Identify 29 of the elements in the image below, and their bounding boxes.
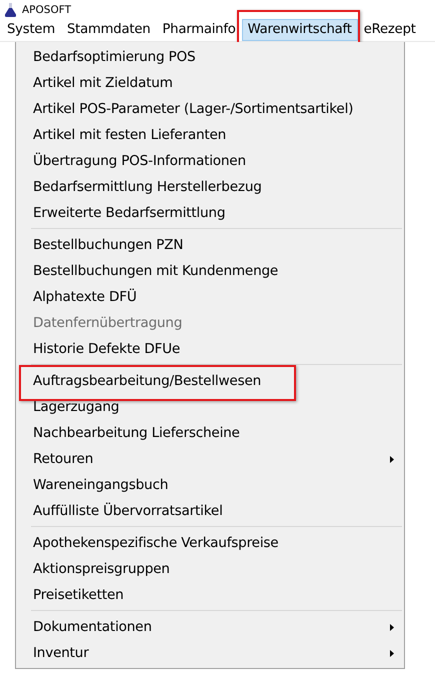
menu-item[interactable]: Bestellbuchungen PZN [33, 237, 184, 253]
menu-item[interactable]: Dokumentationen [33, 619, 152, 635]
menu-item[interactable]: Artikel POS-Parameter (Lager-/Sortimentsartikel) [33, 101, 354, 117]
menu-item[interactable]: Inventur [33, 645, 89, 661]
flask-icon [5, 2, 16, 16]
menu-item[interactable]: Historie Defekte DFUe [33, 341, 180, 357]
menu-item[interactable]: Bedarfsoptimierung POS [33, 49, 196, 65]
menu-bar-item[interactable]: Pharmainfo [156, 19, 242, 41]
menu-item[interactable]: Artikel mit Zieldatum [33, 75, 173, 91]
menu-item[interactable]: Preisetiketten [33, 587, 124, 603]
menu-item[interactable]: Auftragsbearbeitung/Bestellwesen [33, 373, 262, 389]
menu-item[interactable]: Artikel mit festen Lieferanten [33, 127, 226, 143]
menu-item[interactable]: Bestellbuchungen mit Kundenmenge [33, 263, 278, 279]
menu-item[interactable]: Wareneingangsbuch [33, 477, 168, 493]
menu-item[interactable]: Lagerzugang [33, 399, 120, 415]
menu-item[interactable]: Auffülliste Übervorratsartikel [33, 503, 223, 519]
menu-item[interactable]: Aktionspreisgruppen [33, 561, 170, 577]
menu-item[interactable]: Übertragung POS-Informationen [33, 153, 246, 169]
menu-bar-item[interactable]: eRezept [358, 19, 422, 41]
menu-item[interactable]: Apothekenspezifische Verkaufspreise [33, 535, 278, 551]
window-title: APOSOFT [22, 4, 71, 16]
menu-bar-item[interactable]: Stammdaten [60, 19, 156, 41]
menu-bar-item[interactable]: Warenwirtschaft [242, 19, 358, 41]
menu-item[interactable]: Retouren [33, 451, 94, 467]
menu-bar-item[interactable]: System [1, 19, 61, 41]
menu-item[interactable]: Alphatexte DFÜ [33, 289, 137, 305]
menu-item[interactable]: Erweiterte Bedarfsermittlung [33, 205, 226, 221]
menu-item[interactable]: Nachbearbeitung Lieferscheine [33, 425, 240, 441]
menu-item[interactable]: Bedarfsermittlung Herstellerbezug [33, 179, 262, 195]
